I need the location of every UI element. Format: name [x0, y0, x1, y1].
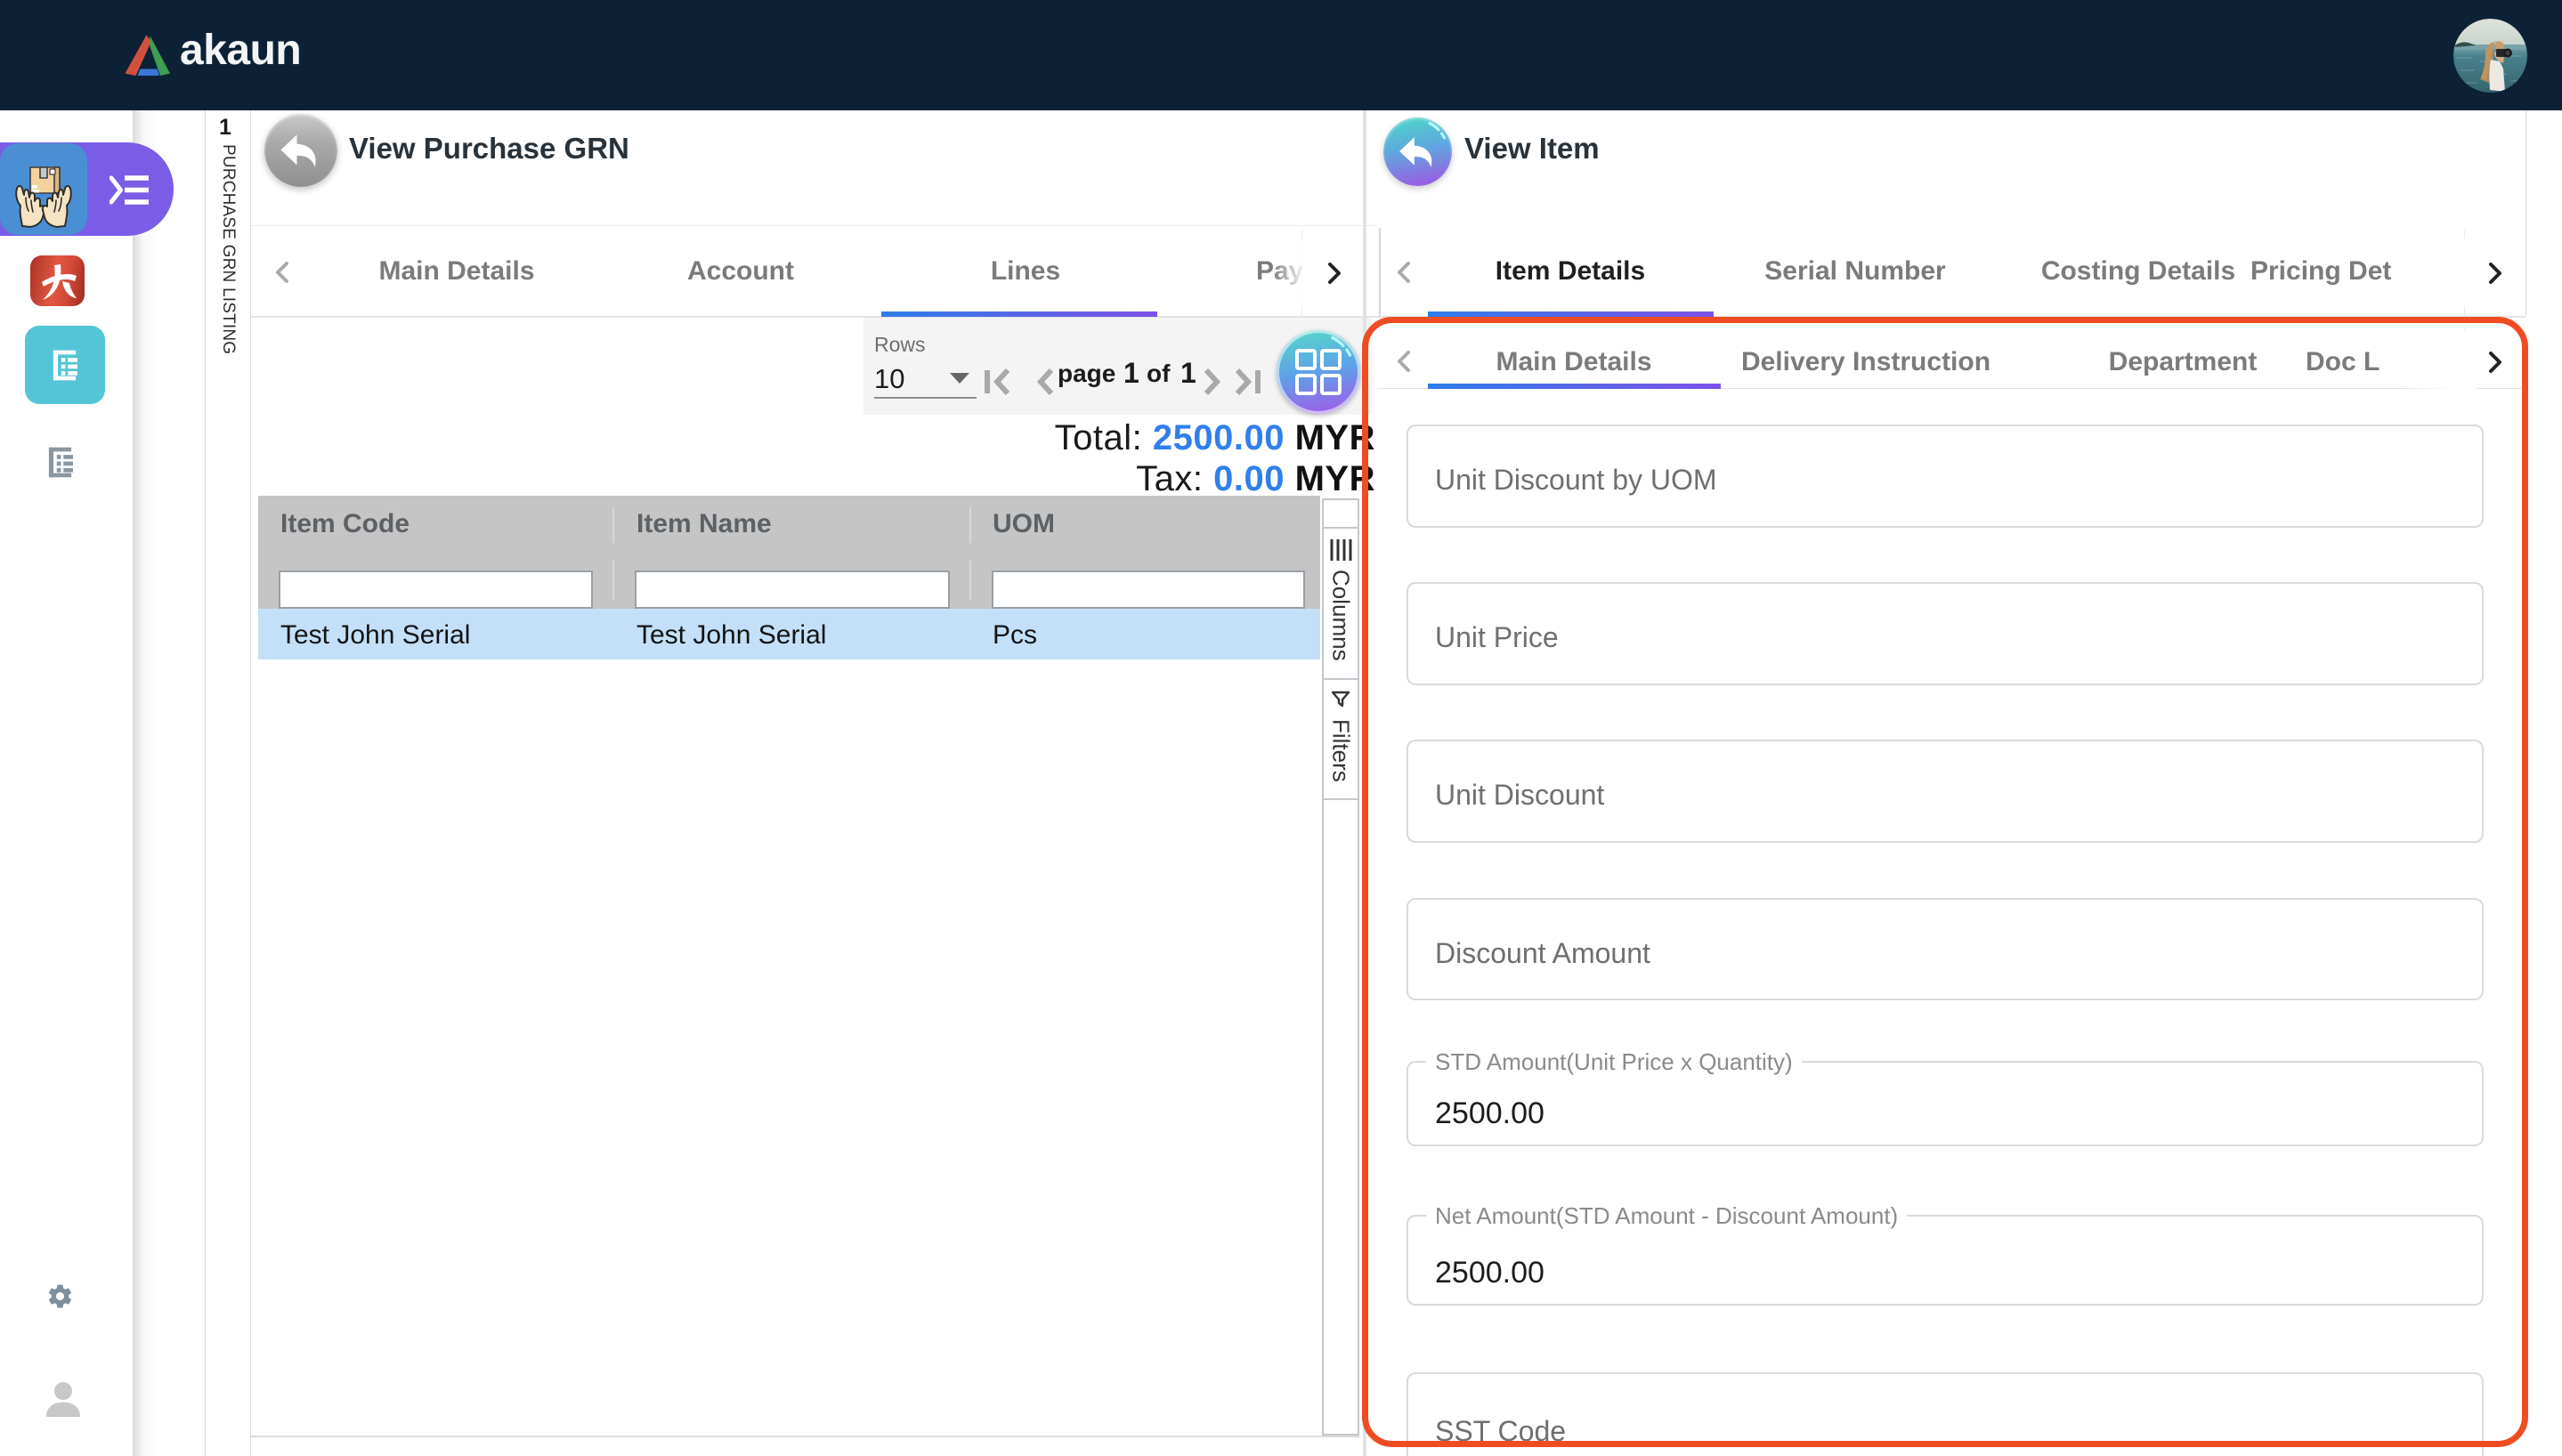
sidebar [0, 110, 134, 1456]
indent-icon [109, 175, 149, 205]
sidebar-item-bigledger[interactable] [30, 255, 85, 306]
filter-input-item-name[interactable] [635, 570, 950, 609]
cell-item-name[interactable]: Test John Serial [636, 620, 826, 651]
columns-icon [1330, 539, 1352, 561]
grid-button-shine [1331, 336, 1352, 357]
total-value: 2500.00 [1152, 418, 1285, 457]
tax-label: Tax: [1136, 459, 1204, 498]
akaun-logo-icon [125, 35, 170, 76]
module-tab-label[interactable]: PURCHASE GRN LISTING [216, 144, 239, 354]
left-tabs-fade [1271, 239, 1321, 306]
left-panel-title: View Purchase GRN [349, 132, 629, 165]
left-panel-bottom-border [251, 1436, 1359, 1437]
right-tabs-prev-icon[interactable] [1392, 260, 1417, 285]
table-header [258, 496, 1320, 552]
sidebar-profile[interactable] [45, 1381, 82, 1421]
back-button-left[interactable] [264, 114, 337, 187]
module-tab-right-border [250, 110, 251, 1456]
tab-costing-details[interactable]: Costing Details [2041, 256, 2235, 287]
cell-item-code[interactable]: Test John Serial [280, 620, 470, 651]
first-page-icon[interactable] [983, 368, 1011, 395]
back-arrow-icon [280, 133, 316, 167]
rows-select[interactable]: 10 [874, 363, 904, 395]
left-tabs-next-icon[interactable] [1321, 261, 1346, 286]
form-list-icon [53, 350, 77, 380]
person-icon [46, 1382, 80, 1420]
filter-icon [1331, 691, 1350, 708]
akaun-logo[interactable]: akaun [124, 27, 302, 84]
tab-account[interactable]: Account [687, 256, 794, 287]
page-current: 1 [1123, 357, 1139, 389]
rows-label: Rows [874, 333, 926, 356]
app-bar [0, 0, 2562, 110]
col-header-item-code[interactable]: Item Code [280, 509, 409, 539]
col-header-item-name[interactable]: Item Name [636, 509, 772, 539]
filter-input-item-code[interactable] [279, 570, 593, 609]
left-tab-indicator [881, 311, 1157, 317]
filters-tool[interactable]: Filters [1324, 680, 1358, 800]
form-list-icon-gray [48, 447, 73, 478]
tab-lines[interactable]: Lines [991, 256, 1060, 287]
user-avatar[interactable] [2453, 19, 2527, 93]
left-tabbar-right-border [1379, 228, 1381, 317]
columns-label: Columns [1327, 570, 1355, 661]
back-button-right[interactable] [1383, 117, 1452, 186]
sidebar-item-purchase-module[interactable] [0, 143, 87, 235]
page-total: 1 [1180, 357, 1196, 389]
filter-input-uom[interactable] [992, 570, 1305, 609]
rows-select-caret-icon[interactable] [950, 373, 969, 384]
hands-holding-box-icon [15, 166, 72, 228]
right-tabs-next-icon[interactable] [2482, 261, 2507, 286]
left-header-divider [251, 225, 1377, 226]
col-divider-2 [969, 507, 971, 543]
tax-value: 0.00 [1213, 459, 1285, 498]
annotation-highlight [1362, 317, 2528, 1447]
rows-select-underline [874, 397, 977, 399]
columns-tool[interactable]: Columns [1324, 529, 1358, 680]
table-side-strip: Columns Filters [1322, 498, 1359, 1436]
prev-page-icon[interactable] [1034, 368, 1056, 395]
next-page-icon[interactable] [1202, 368, 1223, 395]
sidebar-shadow [133, 110, 159, 1456]
left-tabs-prev-icon[interactable] [271, 260, 296, 285]
strip-spacer [1324, 500, 1358, 529]
grid-view-button[interactable] [1277, 330, 1360, 414]
total-amount: Total: 2500.00 MYR [1055, 418, 1375, 458]
total-label: Total: [1054, 418, 1143, 457]
module-tab-left-border [205, 110, 206, 1456]
col-divider-4 [969, 561, 971, 600]
button-shine [1428, 122, 1446, 140]
of-word: of [1147, 360, 1171, 387]
right-panel-title: View Item [1464, 132, 1600, 165]
sidebar-item-listing-active[interactable] [25, 326, 105, 404]
col-divider-3 [612, 561, 614, 600]
last-page-icon[interactable] [1234, 368, 1262, 395]
filters-label: Filters [1327, 719, 1355, 782]
akaun-logo-text: akaun [180, 27, 302, 74]
col-divider-1 [612, 507, 614, 543]
col-header-uom[interactable]: UOM [993, 509, 1055, 539]
tab-main-details[interactable]: Main Details [378, 256, 534, 287]
tax-amount: Tax: 0.00 MYR [1136, 459, 1375, 499]
tab-item-details[interactable]: Item Details [1496, 256, 1645, 287]
right-tabs-fade [2404, 239, 2475, 306]
tab-serial-number[interactable]: Serial Number [1764, 256, 1945, 287]
gear-icon [48, 1284, 72, 1308]
bigledger-icon [41, 263, 77, 300]
cell-uom[interactable]: Pcs [993, 620, 1037, 651]
sidebar-item-listing[interactable] [48, 446, 73, 483]
page-word: page [1058, 360, 1116, 387]
module-tab-index: 1 [219, 115, 231, 140]
sidebar-settings[interactable] [46, 1282, 74, 1314]
